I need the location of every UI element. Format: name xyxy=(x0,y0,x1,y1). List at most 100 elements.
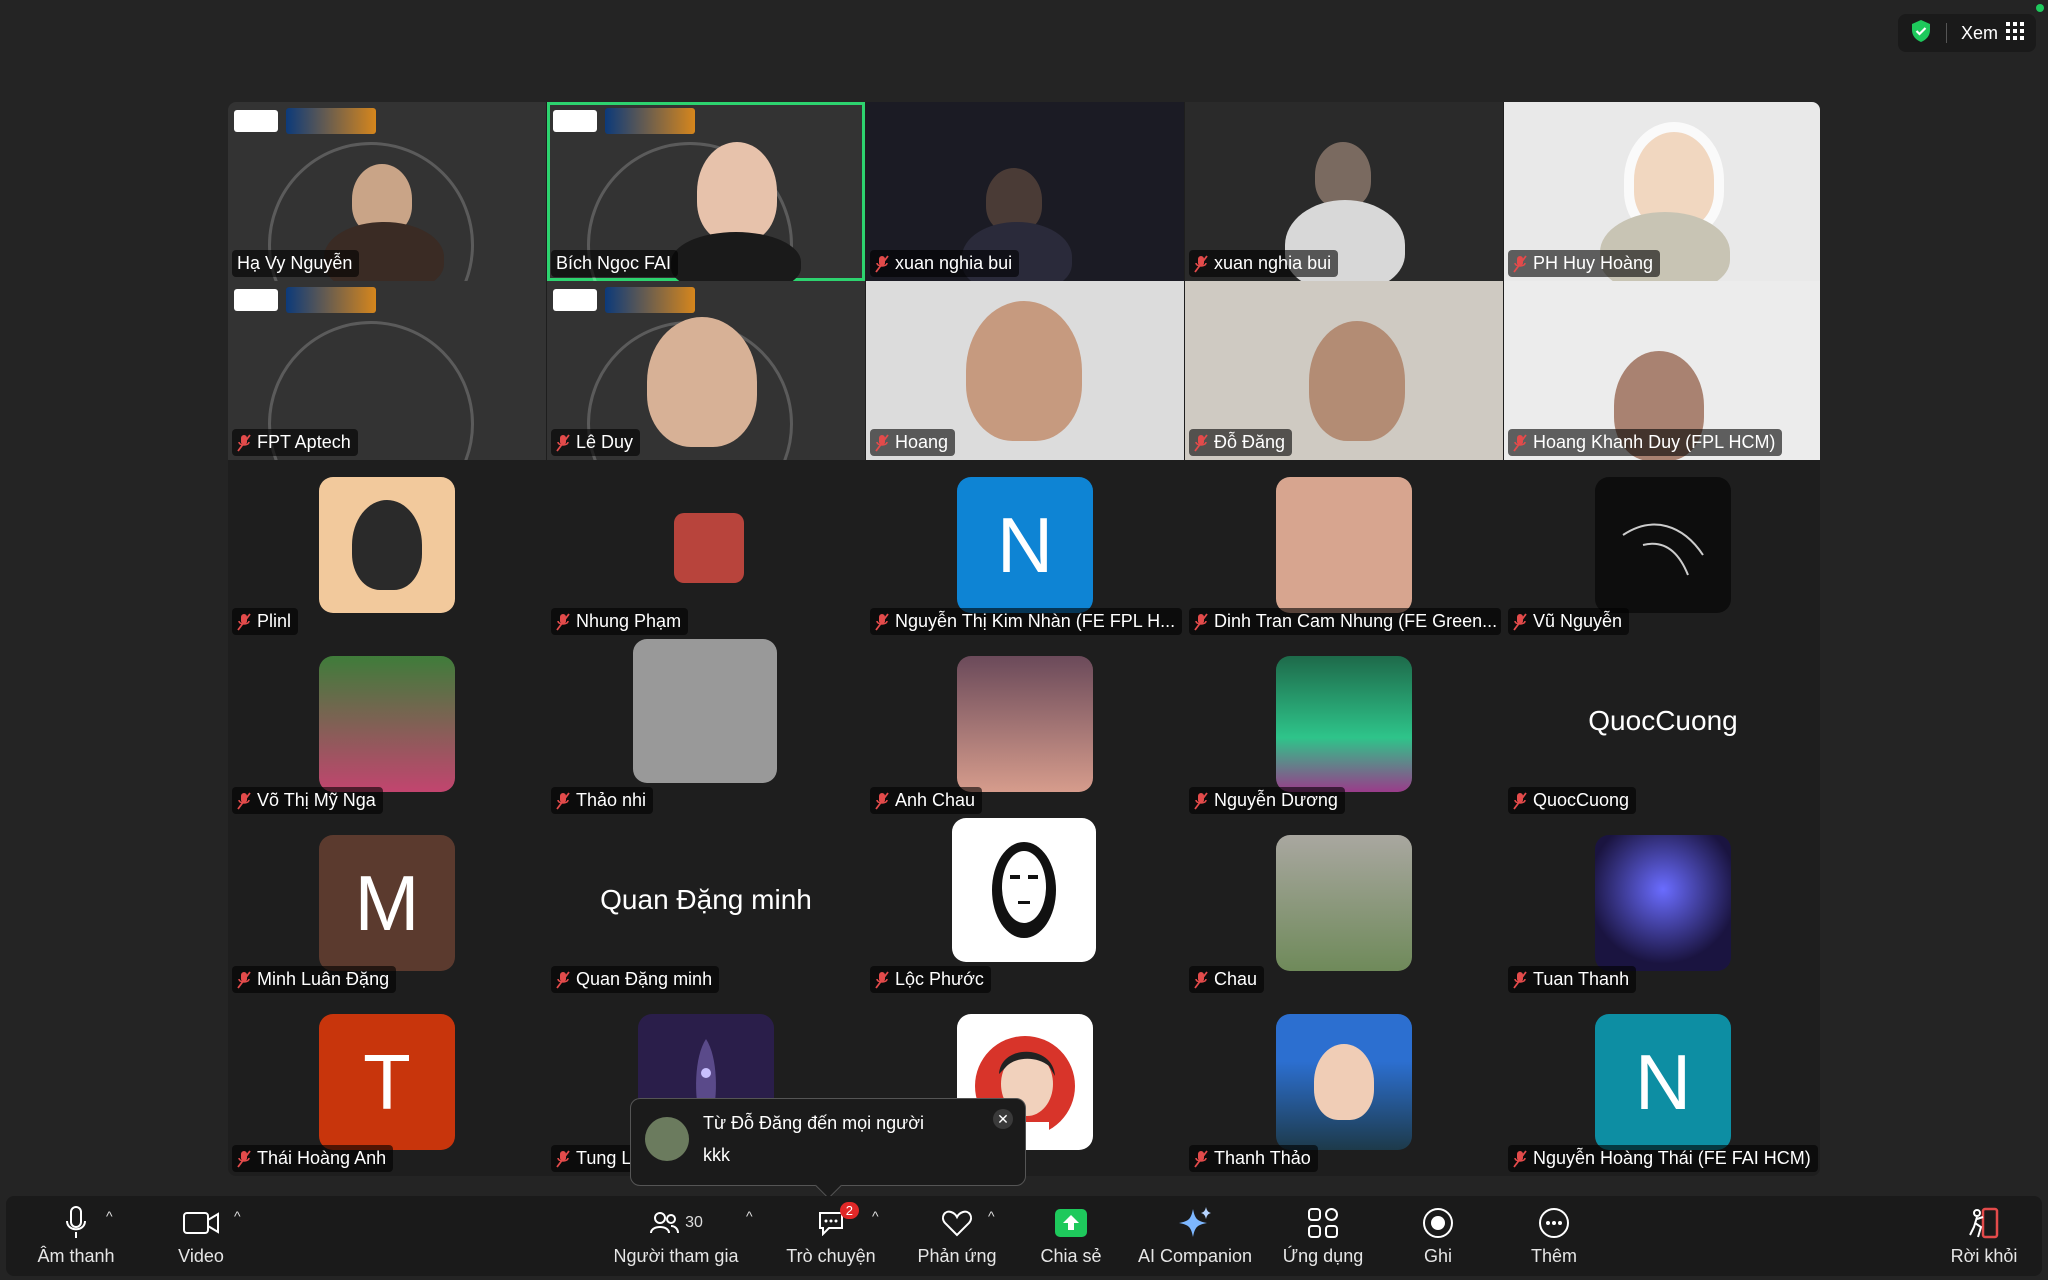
close-icon[interactable]: ✕ xyxy=(993,1109,1013,1129)
microphone-icon xyxy=(66,1206,86,1238)
avatar xyxy=(633,639,777,783)
participant-name-label: Quan Đặng minh xyxy=(551,966,720,993)
participant-tile[interactable]: Vũ Nguyễn xyxy=(1504,460,1820,639)
participant-name-label: Lê Duy xyxy=(551,429,641,456)
mic-muted-icon xyxy=(556,1149,570,1168)
participant-tile[interactable]: Plinl xyxy=(228,460,546,639)
heart-icon xyxy=(941,1210,973,1237)
name-text: xuan nghia bui xyxy=(895,253,1013,273)
chat-label: Trò chuyện xyxy=(786,1246,876,1266)
chat-sender: Từ Đỗ Đăng đến mọi người xyxy=(703,1113,925,1133)
avatar-letter: M xyxy=(319,835,455,971)
name-text: Hoang Khanh Duy (FPL HCM) xyxy=(1533,432,1776,452)
workshop-badge xyxy=(605,287,695,313)
participant-tile[interactable]: Tuan Thanh xyxy=(1504,818,1820,997)
record-icon xyxy=(1423,1208,1453,1238)
participant-name-label: Anh Chau xyxy=(870,787,983,814)
participant-tile[interactable]: Anh Chau xyxy=(866,639,1184,818)
reactions-label: Phản ứng xyxy=(917,1246,997,1266)
view-button[interactable]: Xem xyxy=(1960,21,2024,45)
participant-tile[interactable]: QuocCuong QuocCuong xyxy=(1504,639,1820,818)
participant-name-label: PH Huy Hoàng xyxy=(1508,250,1661,277)
video-tile[interactable]: Hạ Vy Nguyễn xyxy=(228,102,546,281)
participant-tile[interactable]: Thảo nhi xyxy=(547,639,865,818)
participant-tile[interactable]: Nguyễn Dương xyxy=(1185,639,1503,818)
leave-button[interactable]: Rời khỏi xyxy=(1934,1196,2034,1276)
participant-tile[interactable]: N Nguyễn Thị Kim Nhàn (FE FPL H... xyxy=(866,460,1184,639)
leave-icon xyxy=(1969,1207,1999,1239)
participant-face xyxy=(1315,142,1371,208)
reactions-button[interactable]: Phản ứng xyxy=(902,1196,1012,1276)
avatar-letter: T xyxy=(319,1014,455,1150)
avatar-letter: N xyxy=(957,477,1093,613)
video-tile[interactable]: xuan nghia bui xyxy=(1185,102,1503,281)
name-text: Hạ Vy Nguyễn xyxy=(237,253,353,273)
video-tile[interactable]: PH Huy Hoàng xyxy=(1504,102,1820,281)
name-text: Nguyễn Dương xyxy=(1214,790,1338,810)
participant-tile[interactable]: M Minh Luân Đặng xyxy=(228,818,546,997)
apps-button[interactable]: Ứng dụng xyxy=(1268,1196,1378,1276)
participant-tile[interactable]: Chau xyxy=(1185,818,1503,997)
mic-muted-icon xyxy=(1513,612,1527,631)
participant-name-label: Thảo nhi xyxy=(551,787,654,814)
name-text: Anh Chau xyxy=(895,790,976,810)
avatar xyxy=(1276,477,1412,613)
video-tile[interactable]: Đỗ Đăng xyxy=(1185,281,1503,460)
audio-button[interactable]: Âm thanh xyxy=(16,1196,136,1276)
more-button[interactable]: Thêm xyxy=(1504,1196,1604,1276)
dragon-icon xyxy=(1622,523,1704,576)
participant-tile[interactable]: Quan Đặng minh Quan Đặng minh xyxy=(547,818,865,997)
video-tile[interactable]: Lê Duy xyxy=(547,281,865,460)
participant-face xyxy=(966,301,1082,441)
participants-button[interactable]: 30 Người tham gia xyxy=(606,1196,746,1276)
chevron-up-icon[interactable]: ^ xyxy=(106,1208,113,1224)
participant-tile[interactable]: Nhung Phạm xyxy=(547,460,865,639)
chevron-up-icon[interactable]: ^ xyxy=(988,1208,995,1224)
grid-icon xyxy=(2006,21,2024,45)
apps-label: Ứng dụng xyxy=(1282,1246,1364,1266)
record-button[interactable]: Ghi xyxy=(1388,1196,1488,1276)
name-text: FPT Aptech xyxy=(257,432,351,452)
participant-tile[interactable]: T Thái Hoàng Anh xyxy=(228,997,546,1176)
shield-icon[interactable] xyxy=(1910,19,1932,48)
participant-face xyxy=(1309,321,1405,441)
participants-label: Người tham gia xyxy=(613,1246,739,1266)
chevron-up-icon[interactable]: ^ xyxy=(234,1208,241,1224)
more-icon xyxy=(1539,1208,1569,1238)
participant-tile[interactable]: Dinh Tran Cam Nhung (FE Green... xyxy=(1185,460,1503,639)
participant-tile[interactable]: N Nguyễn Hoàng Thái (FE FAI HCM) xyxy=(1504,997,1820,1176)
avatar xyxy=(1595,835,1731,971)
video-tile[interactable]: Hoang xyxy=(866,281,1184,460)
name-text: Thái Hoàng Anh xyxy=(257,1148,387,1168)
participant-name-label: Hoang xyxy=(870,429,956,456)
share-button[interactable]: Chia sẻ xyxy=(1016,1196,1126,1276)
workshop-badge xyxy=(605,108,695,134)
mic-muted-icon xyxy=(875,791,889,810)
participant-tile[interactable]: Lộc Phước xyxy=(866,818,1184,997)
chat-button[interactable]: 2 Trò chuyện xyxy=(776,1196,886,1276)
participant-tile[interactable]: Võ Thị Mỹ Nga xyxy=(228,639,546,818)
ai-companion-button[interactable]: AI Companion xyxy=(1130,1196,1260,1276)
aptech-logo xyxy=(234,110,278,132)
name-text: Võ Thị Mỹ Nga xyxy=(257,790,376,810)
name-text: Đỗ Đăng xyxy=(1214,432,1286,452)
video-tile[interactable]: xuan nghia bui xyxy=(866,102,1184,281)
participant-face xyxy=(647,317,757,447)
participant-tile[interactable]: Thanh Thảo xyxy=(1185,997,1503,1176)
mic-muted-icon xyxy=(1513,254,1527,273)
aptech-logo xyxy=(234,289,278,311)
video-tile[interactable]: Hoang Khanh Duy (FPL HCM) xyxy=(1504,281,1820,460)
mask-icon xyxy=(992,842,1056,938)
video-camera-icon xyxy=(183,1212,219,1234)
popup-tail xyxy=(815,1172,842,1199)
participants-icon xyxy=(650,1212,680,1234)
name-text: xuan nghia bui xyxy=(1214,253,1332,273)
mic-muted-icon xyxy=(237,970,251,989)
view-label: Xem xyxy=(1960,22,1998,43)
apps-icon xyxy=(1308,1208,1338,1238)
chevron-up-icon[interactable]: ^ xyxy=(746,1208,753,1224)
chat-notification[interactable]: Từ Đỗ Đăng đến mọi người kkk ✕ xyxy=(630,1098,1026,1199)
video-tile[interactable]: FPT Aptech xyxy=(228,281,546,460)
chevron-up-icon[interactable]: ^ xyxy=(872,1208,879,1224)
video-tile-active[interactable]: Bích Ngọc FAI xyxy=(547,102,865,281)
